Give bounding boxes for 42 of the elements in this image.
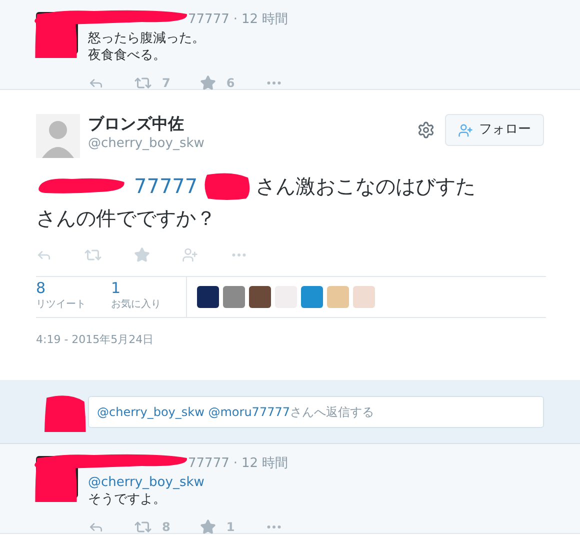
follow-button[interactable]: フォロー xyxy=(445,114,544,146)
time-separator: · xyxy=(233,11,238,29)
tweet-text: 怒ったら腹減った。 xyxy=(88,30,206,46)
stat-label: お気に入り xyxy=(111,298,162,312)
redaction-mark xyxy=(202,172,252,200)
stat-count[interactable]: 8 xyxy=(36,279,111,297)
favoriter-avatar[interactable] xyxy=(301,286,323,308)
favoriter-avatar[interactable] xyxy=(223,286,245,308)
favoriter-avatar[interactable] xyxy=(197,286,219,308)
follow-icon[interactable] xyxy=(182,247,198,263)
handle: 77777 xyxy=(188,11,230,29)
tweet-text: さん激おこなのはびすた xyxy=(256,173,476,200)
favorite-icon[interactable] xyxy=(200,74,216,90)
avatar xyxy=(36,114,80,158)
follow-icon xyxy=(458,122,473,138)
tweet-text: さんの件でですか？ xyxy=(36,205,216,232)
favorite-icon[interactable] xyxy=(134,247,150,263)
tweet-text: そうですよ。 xyxy=(88,490,167,508)
redaction-mark xyxy=(42,394,88,432)
favorite-icon[interactable] xyxy=(200,518,216,534)
reply-placeholder: @cherry_boy_skw @moru77777 さんへ返信する xyxy=(97,404,374,421)
favoriter-avatar[interactable] xyxy=(353,286,375,308)
favoriter-avatar[interactable] xyxy=(327,286,349,308)
tweet-timestamp: 4:19 - 2015年5月24日 xyxy=(36,332,155,348)
settings-icon[interactable] xyxy=(417,121,435,139)
favorite-count: 1 xyxy=(226,518,235,535)
reply-field[interactable]: @cherry_boy_skw @moru77777 さんへ返信する xyxy=(88,396,544,428)
retweet-count: 8 xyxy=(162,518,170,535)
user-name[interactable]: ブロンズ中佐 xyxy=(88,114,204,134)
retweet-count: 7 xyxy=(162,74,170,92)
mention-link[interactable]: 77777 xyxy=(134,170,198,202)
tweet-text: 夜食食べる。 xyxy=(88,46,167,64)
mention-link[interactable]: @cherry_boy_skw xyxy=(88,474,580,490)
stat-count[interactable]: 1 xyxy=(111,279,186,297)
favorite-count: 6 xyxy=(226,74,235,92)
handle: 77777 xyxy=(188,455,230,473)
user-handle[interactable]: @cherry_boy_skw xyxy=(88,134,204,154)
time-separator: · xyxy=(233,455,238,473)
stat-label: リツイート xyxy=(36,298,87,312)
favoriter-avatar[interactable] xyxy=(249,286,271,308)
tweet-time: 12 時間 xyxy=(242,455,288,473)
tweet-time: 12 時間 xyxy=(242,11,288,29)
